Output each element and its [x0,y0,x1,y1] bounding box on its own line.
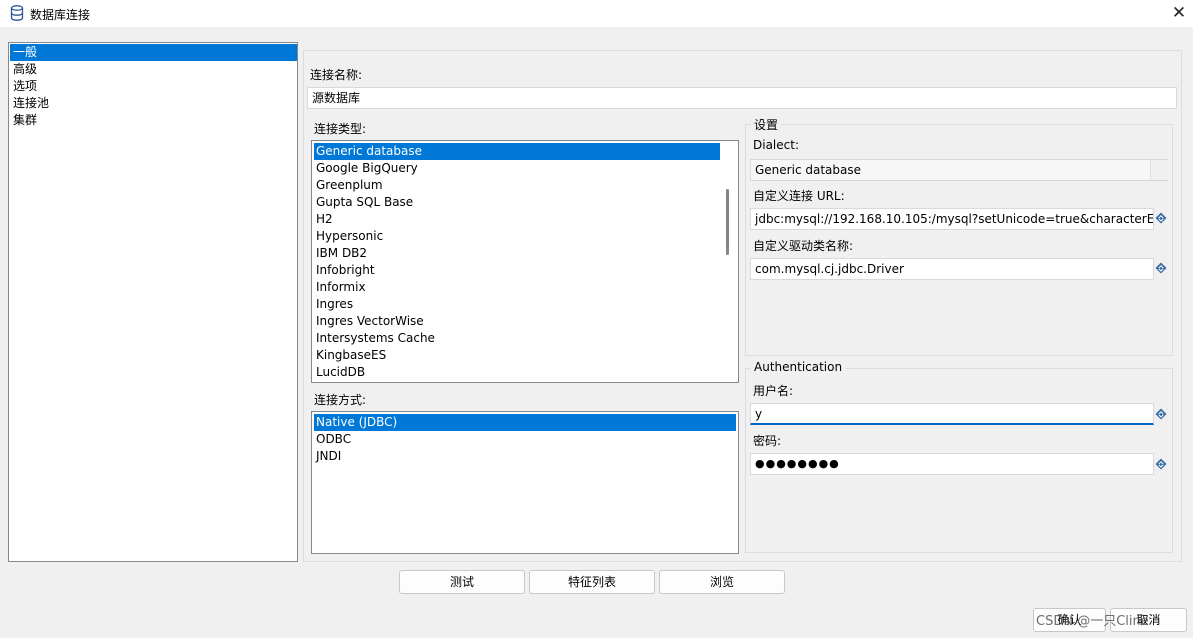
variable-icon[interactable] [1155,212,1167,224]
connection-name-label: 连接名称: [310,68,363,82]
scrollbar-thumb[interactable] [726,189,729,255]
list-item[interactable]: Greenplum [314,177,720,194]
list-item[interactable]: Infobright [314,262,720,279]
password-label: 密码: [753,434,782,448]
list-item[interactable]: ODBC [314,431,736,448]
feature-list-button[interactable]: 特征列表 [529,570,655,594]
nav-item-clustering[interactable]: 集群 [10,112,297,129]
access-method-label: 连接方式: [314,393,367,407]
variable-icon[interactable] [1155,262,1167,274]
connection-name-input[interactable]: 源数据库 [307,87,1177,109]
variable-icon[interactable] [1155,408,1167,420]
nav-item-advanced[interactable]: 高级 [10,61,297,78]
list-item[interactable]: IBM DB2 [314,245,720,262]
list-item[interactable]: Gupta SQL Base [314,194,720,211]
list-item[interactable]: KingbaseES [314,347,720,364]
list-item[interactable]: JNDI [314,448,736,465]
close-icon[interactable]: ✕ [1168,2,1190,24]
authentication-legend: Authentication [751,360,846,374]
nav-item-pooling[interactable]: 连接池 [10,95,297,112]
title-bar [0,0,1193,27]
list-item[interactable]: Ingres [314,296,720,313]
nav-item-general[interactable]: 一般 [10,44,297,61]
dialect-field-edge [1150,160,1168,180]
list-item[interactable]: Intersystems Cache [314,330,720,347]
list-item[interactable]: Ingres VectorWise [314,313,720,330]
list-item[interactable]: Google BigQuery [314,160,720,177]
explore-button[interactable]: 浏览 [659,570,785,594]
list-item[interactable]: LucidDB [314,364,720,381]
test-button[interactable]: 测试 [399,570,525,594]
username-input[interactable]: y [750,403,1154,425]
url-input[interactable]: jdbc:mysql://192.168.10.105:/mysql?setUn… [750,208,1154,230]
variable-icon[interactable] [1155,458,1167,470]
access-method-list[interactable]: Native (JDBC) ODBC JNDI [311,411,739,554]
connection-type-label: 连接类型: [314,122,367,136]
nav-list: 一般 高级 选项 连接池 集群 [8,42,298,562]
settings-legend: 设置 [751,116,782,133]
list-item[interactable]: Hypersonic [314,228,720,245]
list-item[interactable]: H2 [314,211,720,228]
driver-input[interactable]: com.mysql.cj.jdbc.Driver [750,258,1154,280]
password-input[interactable]: ●●●●●●●● [750,453,1154,475]
watermark: CSDN @一只Cline [1036,614,1149,629]
database-icon [10,5,24,21]
list-item[interactable]: Native (JDBC) [314,414,736,431]
list-item[interactable]: Generic database [314,143,720,160]
username-label: 用户名: [753,384,794,398]
driver-label: 自定义驱动类名称: [753,239,854,253]
connection-type-list[interactable]: Generic database Google BigQuery Greenpl… [311,140,739,383]
dialect-label: Dialect: [753,138,799,152]
window-title: 数据库连接 [30,8,91,22]
url-label: 自定义连接 URL: [753,189,845,203]
list-item[interactable]: Informix [314,279,720,296]
dialect-field: Generic database [750,159,1168,181]
nav-item-options[interactable]: 选项 [10,78,297,95]
